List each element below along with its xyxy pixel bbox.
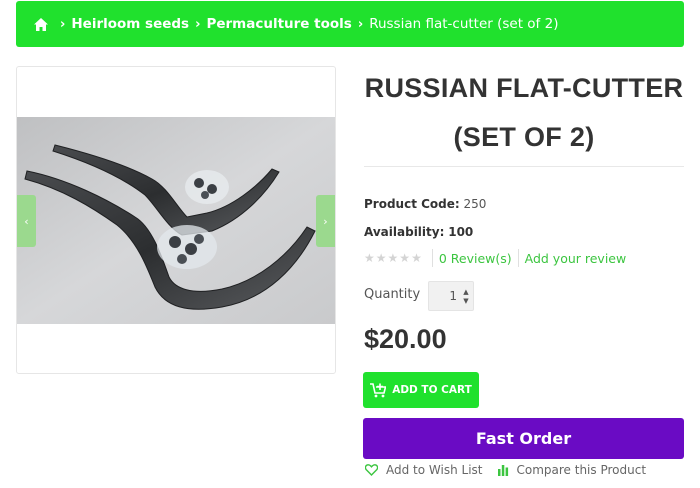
reviews-link[interactable]: 0 Review(s) (433, 251, 518, 266)
product-title-line-2: (SET OF 2) (453, 122, 595, 152)
chevron-right-icon: › (195, 16, 201, 32)
star-icon: ★ (411, 251, 422, 265)
product-title-line-1: RUSSIAN FLAT-CUTTER (364, 73, 684, 103)
gallery-prev-button[interactable]: ‹ (17, 195, 36, 247)
add-to-wishlist-link[interactable]: Add to Wish List (365, 463, 483, 477)
gallery-next-button[interactable]: › (316, 195, 335, 247)
wishlist-label: Add to Wish List (386, 463, 483, 477)
product-code-value: 250 (463, 197, 487, 211)
decrement-icon[interactable]: ▼ (462, 297, 470, 305)
title-divider (364, 166, 684, 167)
product-availability: Availability: 100 (364, 225, 473, 239)
add-to-cart-button[interactable]: ADD TO CART (363, 372, 479, 408)
breadcrumb-link-heirloom-seeds[interactable]: Heirloom seeds (71, 16, 189, 32)
star-icon: ★ (387, 251, 399, 265)
bar-chart-icon (497, 465, 508, 476)
quantity-stepper[interactable]: ▲ ▼ (428, 281, 474, 311)
product-gallery: ‹ › (16, 66, 336, 374)
breadcrumb-current: Russian flat-cutter (set of 2) (369, 16, 559, 32)
increment-icon[interactable]: ▲ (462, 288, 470, 296)
chevron-right-icon: › (357, 16, 364, 32)
home-icon[interactable] (34, 17, 48, 31)
star-icon: ★ (399, 251, 411, 265)
chevron-left-icon: ‹ (24, 214, 29, 228)
breadcrumb-link-permaculture-tools[interactable]: Permaculture tools (206, 16, 351, 32)
product-code: Product Code: 250 (364, 197, 486, 211)
star-icon: ★ (375, 251, 387, 265)
cart-plus-icon (370, 382, 387, 397)
quantity-label: Quantity (364, 287, 421, 302)
heart-icon (365, 464, 378, 476)
fast-order-button[interactable]: Fast Order (363, 418, 684, 459)
product-image[interactable] (17, 117, 335, 324)
chevron-right-icon: › (60, 16, 66, 32)
rating-row: ★ ★ ★ ★ ★ 0 Review(s) Add your review (364, 249, 632, 267)
chevron-right-icon: › (323, 214, 328, 228)
add-to-cart-label: ADD TO CART (392, 384, 472, 396)
quantity-input[interactable] (429, 282, 461, 310)
product-price: $20.00 (364, 324, 447, 354)
compare-label: Compare this Product (516, 463, 647, 477)
star-icon: ★ (364, 251, 375, 265)
rating-stars: ★ ★ ★ ★ ★ (364, 251, 422, 265)
availability-label: Availability: (364, 225, 445, 239)
availability-value: 100 (448, 225, 474, 239)
product-title: RUSSIAN FLAT-CUTTER (SET OF 2) (364, 64, 684, 162)
product-secondary-actions: Add to Wish List Compare this Product (365, 463, 660, 477)
add-review-link[interactable]: Add your review (519, 251, 633, 266)
breadcrumb: › Heirloom seeds › Permaculture tools › … (16, 1, 684, 47)
compare-product-link[interactable]: Compare this Product (497, 463, 647, 477)
product-code-label: Product Code: (364, 197, 460, 211)
